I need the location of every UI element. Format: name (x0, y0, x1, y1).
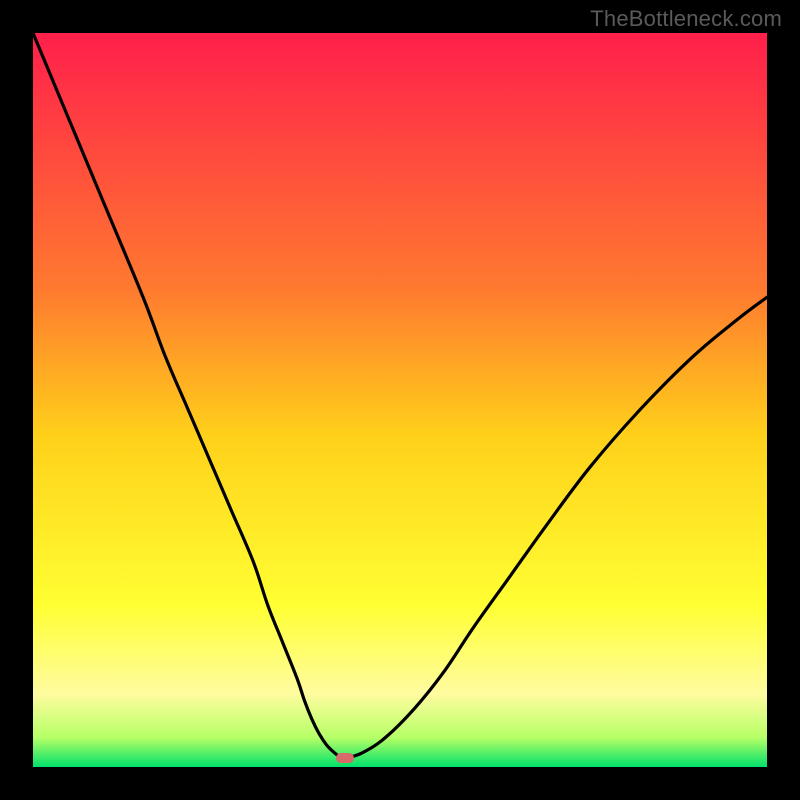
chart-frame: TheBottleneck.com (0, 0, 800, 800)
minimum-marker (336, 753, 354, 763)
watermark-text: TheBottleneck.com (590, 6, 782, 32)
bottleneck-curve (33, 33, 767, 767)
plot-area (33, 33, 767, 767)
